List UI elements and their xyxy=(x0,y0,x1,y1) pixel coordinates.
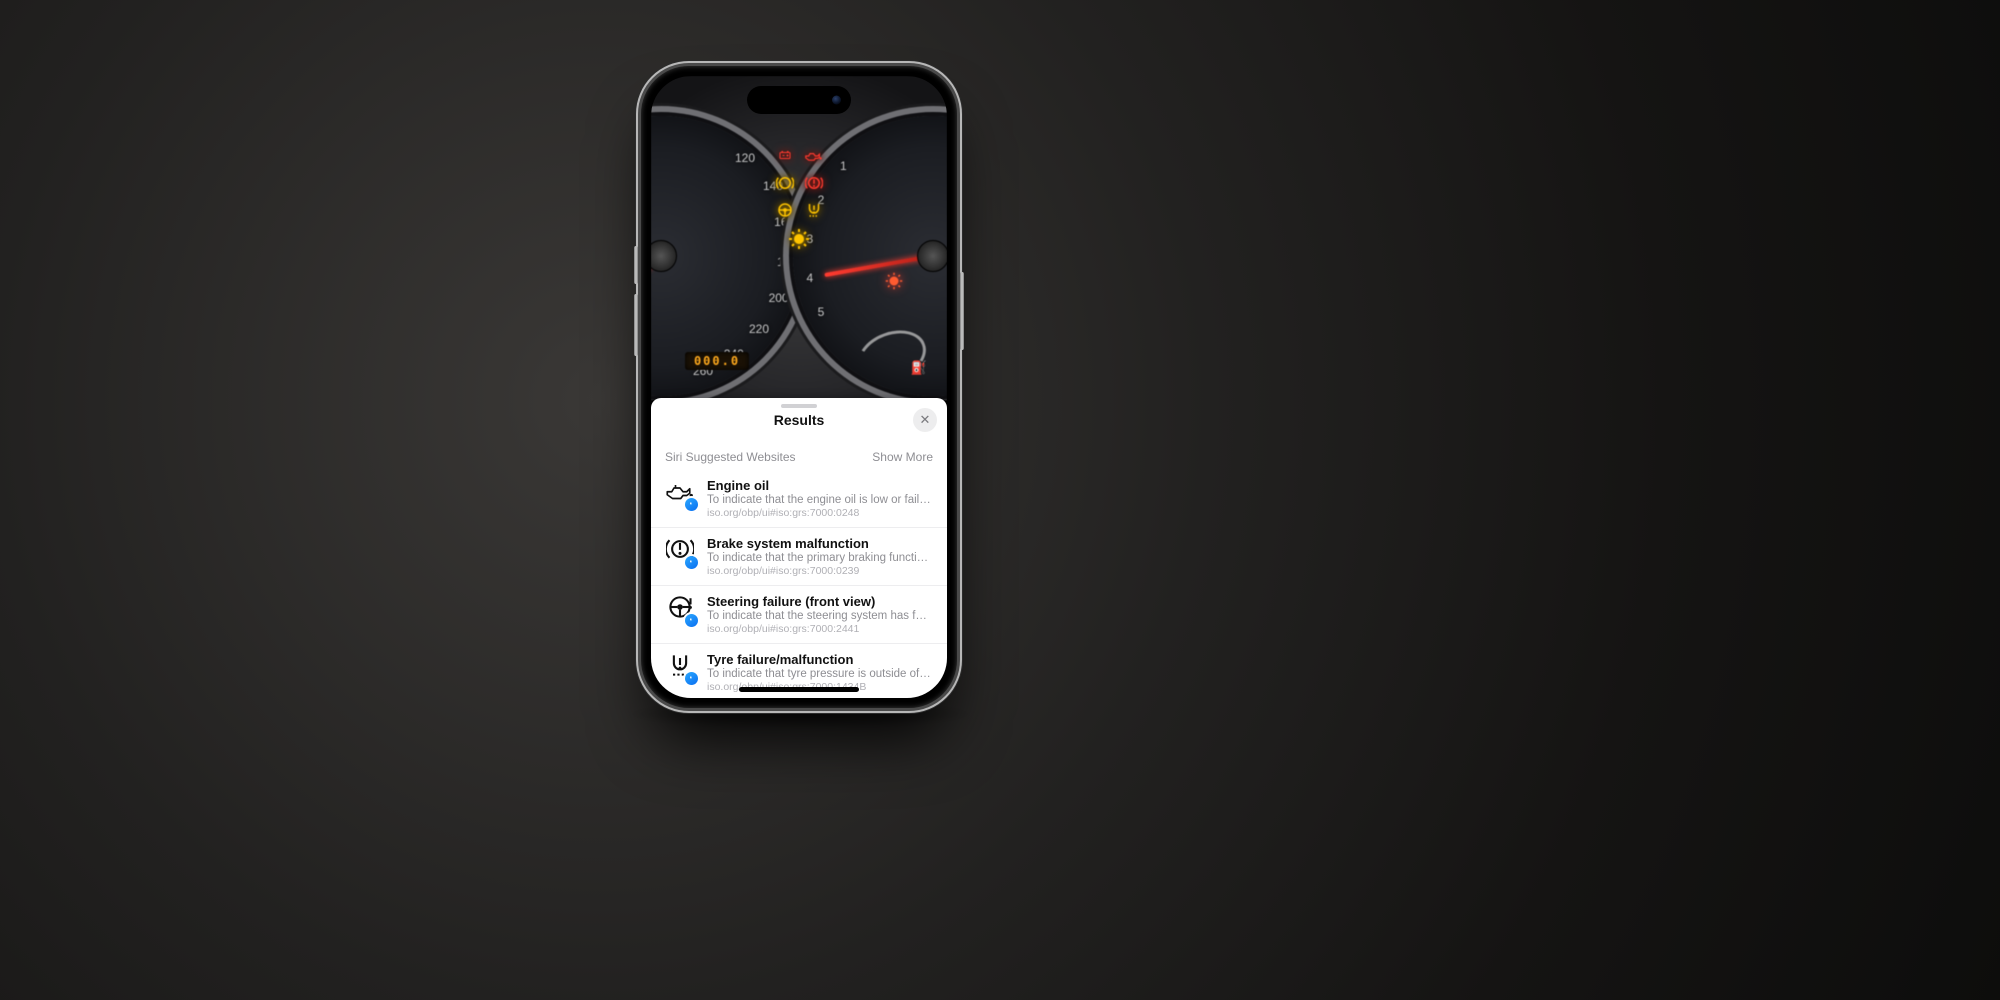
result-link: iso.org/obp/ui#iso:grs:7000:0239 xyxy=(707,565,933,577)
result-subtitle: To indicate that the engine oil is low o… xyxy=(707,494,933,506)
result-thumb xyxy=(665,478,695,508)
result-subtitle: To indicate that the primary braking fun… xyxy=(707,552,933,564)
home-indicator[interactable] xyxy=(739,687,859,692)
result-row[interactable]: Engine oil To indicate that the engine o… xyxy=(651,470,947,528)
result-meta: Engine oil To indicate that the engine o… xyxy=(707,478,933,519)
tach-number: 5 xyxy=(818,305,825,319)
result-link: iso.org/obp/ui#iso:grs:7000:0248 xyxy=(707,507,933,519)
section-header: Siri Suggested Websites Show More xyxy=(651,440,947,470)
tach-number: 4 xyxy=(806,271,813,285)
result-title: Engine oil xyxy=(707,478,933,493)
result-meta: Steering failure (front view) To indicat… xyxy=(707,594,933,635)
result-meta: Brake system malfunction To indicate tha… xyxy=(707,536,933,577)
power-button[interactable] xyxy=(960,272,964,350)
close-button[interactable]: ✕ xyxy=(913,408,937,432)
result-title: Tyre failure/malfunction xyxy=(707,652,933,667)
safari-badge-icon xyxy=(685,498,698,511)
result-link: iso.org/obp/ui#iso:grs:7000:2441 xyxy=(707,623,933,635)
fuel-gauge: ⛽ xyxy=(857,332,927,380)
result-thumb xyxy=(665,652,695,682)
battery-light-icon xyxy=(775,146,794,165)
steering-light-icon xyxy=(775,200,794,219)
result-row[interactable]: Brake system malfunction To indicate tha… xyxy=(651,528,947,586)
speed-number: 200 xyxy=(769,291,789,305)
oil-light-icon xyxy=(804,146,823,165)
engine-light-icon xyxy=(787,227,811,251)
tpms-light-icon xyxy=(804,200,823,219)
sheet-title: Results xyxy=(774,412,825,428)
result-title: Steering failure (front view) xyxy=(707,594,933,609)
show-more-button[interactable]: Show More xyxy=(872,450,933,464)
brake-light-icon xyxy=(804,173,823,192)
results-list: Engine oil To indicate that the engine o… xyxy=(651,470,947,698)
safari-badge-icon xyxy=(685,556,698,569)
safari-badge-icon xyxy=(685,672,698,685)
gauge-hub xyxy=(917,240,947,272)
engine-warning-light xyxy=(885,272,903,290)
result-row[interactable]: Steering failure (front view) To indicat… xyxy=(651,586,947,644)
result-thumb xyxy=(665,594,695,624)
dashboard-photo: 120 140 160 180 200 220 240 260 000.0 1 … xyxy=(651,76,947,400)
speed-number: 220 xyxy=(749,322,769,336)
results-sheet: Results ✕ Siri Suggested Websites Show M… xyxy=(651,398,947,698)
result-title: Brake system malfunction xyxy=(707,536,933,551)
warning-light-cluster xyxy=(749,146,849,251)
volume-up-button[interactable] xyxy=(634,246,638,284)
result-subtitle: To indicate that the steering system has… xyxy=(707,610,933,622)
volume-down-button[interactable] xyxy=(634,294,638,356)
result-subtitle: To indicate that tyre pressure is outsid… xyxy=(707,668,933,680)
safari-badge-icon xyxy=(685,614,698,627)
fuel-pump-icon: ⛽ xyxy=(911,360,927,376)
sheet-grip[interactable] xyxy=(781,404,817,408)
sheet-header: Results ✕ xyxy=(651,410,947,440)
section-label: Siri Suggested Websites xyxy=(665,450,796,464)
abs-light-icon xyxy=(775,173,794,192)
gauge-hub xyxy=(651,240,677,272)
dynamic-island xyxy=(747,86,851,114)
screen: 120 140 160 180 200 220 240 260 000.0 1 … xyxy=(651,76,947,698)
phone-frame: 120 140 160 180 200 220 240 260 000.0 1 … xyxy=(641,66,957,708)
close-icon: ✕ xyxy=(920,412,931,428)
result-thumb xyxy=(665,536,695,566)
odometer: 000.0 xyxy=(685,352,749,370)
